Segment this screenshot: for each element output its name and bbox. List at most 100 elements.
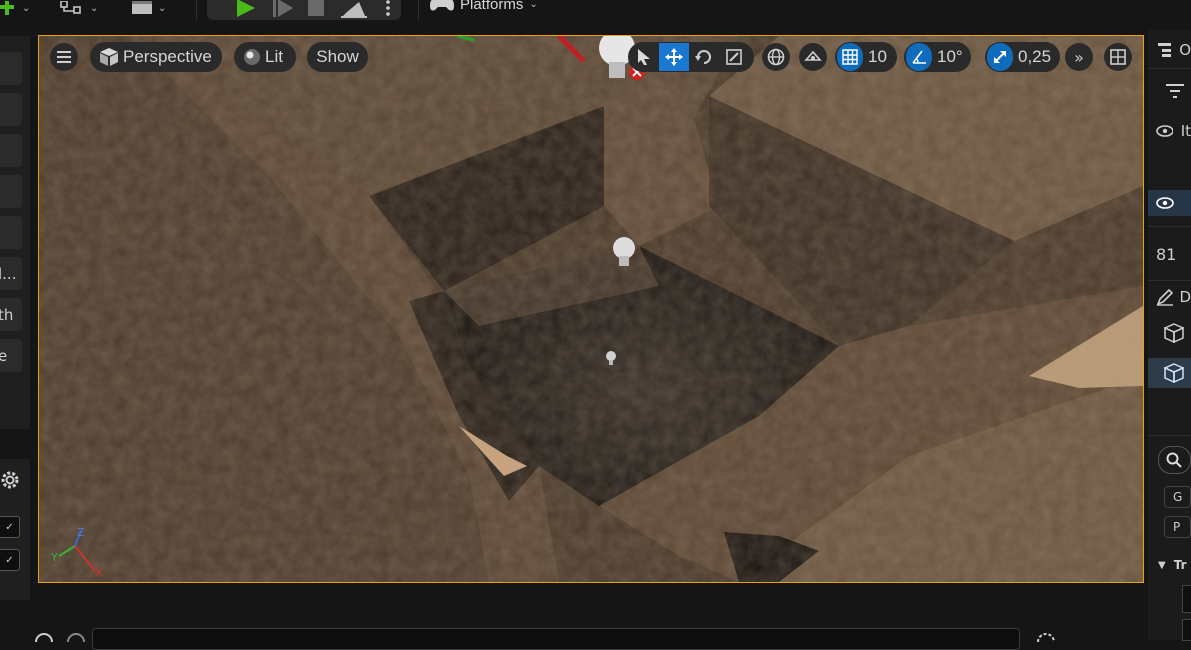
left-panel-item[interactable]: [0, 93, 22, 126]
perspective-button[interactable]: Perspective: [90, 42, 222, 72]
bottom-status-bar: [0, 600, 1148, 650]
add-content-button[interactable]: ⌄: [0, 0, 30, 16]
surface-snap-icon: [804, 50, 822, 61]
move-arrows-icon: [665, 48, 683, 66]
console-command-input[interactable]: [92, 628, 1020, 650]
left-panel-item[interactable]: [0, 52, 22, 85]
double-chevron-right-icon: »: [1074, 47, 1084, 67]
details-tab[interactable]: D: [1148, 286, 1191, 308]
details-search-input[interactable]: [1148, 446, 1191, 474]
left-panel-item[interactable]: l...: [0, 257, 22, 290]
angle-icon: [912, 50, 926, 64]
show-flags-button[interactable]: Show: [307, 42, 368, 72]
left-panel-item[interactable]: e: [0, 339, 22, 372]
source-control-icon[interactable]: [1036, 632, 1056, 642]
add-icon: [0, 1, 14, 15]
grid-snap-group: 10: [835, 42, 897, 72]
component-row[interactable]: [1148, 320, 1191, 346]
chevron-down-icon: ⌄: [22, 2, 31, 14]
clapperboard-icon: [132, 1, 152, 14]
right-side-panel: O It 81 D G P ▼ Tr: [1148, 30, 1191, 641]
physics-filter-button[interactable]: P: [1148, 516, 1191, 538]
viewport-scene[interactable]: Z Y X: [39, 36, 1143, 582]
gear-icon[interactable]: [0, 466, 24, 494]
general-filter-button[interactable]: G: [1148, 486, 1191, 508]
component-row-selected[interactable]: [1148, 358, 1191, 388]
chevron-down-icon: ⌄: [158, 2, 167, 14]
play-controls: [207, 0, 401, 20]
cinematics-menu-button[interactable]: ⌄: [130, 0, 166, 16]
select-tool-button[interactable]: [629, 43, 659, 71]
scale-tool-button[interactable]: [719, 43, 749, 71]
cursor-icon: [638, 49, 650, 65]
scale-snap-toggle[interactable]: [987, 43, 1013, 71]
grid-snap-value[interactable]: 10: [863, 47, 887, 67]
eye-icon[interactable]: [1156, 197, 1174, 209]
blueprint-menu-button[interactable]: ⌄: [60, 0, 98, 16]
left-panel-item[interactable]: th: [0, 298, 22, 331]
rotation-field[interactable]: [1148, 619, 1191, 641]
grid-snap-toggle[interactable]: [837, 43, 863, 71]
platforms-menu-button[interactable]: Platforms ⌄: [430, 0, 538, 15]
transform-section-header[interactable]: ▼ Tr: [1148, 554, 1191, 576]
stop-icon[interactable]: [308, 0, 324, 16]
lighting-mode-label: Lit: [265, 47, 283, 66]
globe-icon: [767, 48, 785, 66]
content-drawer-icon[interactable]: [34, 632, 54, 642]
more-toolbar-options-button[interactable]: »: [1065, 43, 1093, 71]
move-tool-button[interactable]: [659, 43, 689, 71]
outliner-tab[interactable]: O: [1148, 38, 1191, 62]
world-local-toggle[interactable]: [762, 43, 790, 71]
transform-tools-group: [628, 42, 754, 72]
platforms-label: Platforms: [460, 0, 524, 13]
viewport-layout-button[interactable]: [1104, 43, 1132, 71]
checkbox[interactable]: ✓: [0, 516, 20, 538]
lit-mode-button[interactable]: Lit: [234, 42, 296, 72]
axis-z-label: Z: [77, 526, 85, 539]
rotation-snap-toggle[interactable]: [906, 43, 932, 71]
rotate-tool-button[interactable]: [689, 43, 719, 71]
outliner-icon: [1158, 43, 1172, 57]
cube-icon: [100, 48, 118, 66]
view-mode-label: Perspective: [123, 47, 212, 66]
eject-icon[interactable]: [341, 0, 367, 18]
rotation-snap-group: 10°: [904, 42, 971, 72]
layout-grid-icon: [1110, 49, 1126, 65]
eye-icon[interactable]: [1156, 125, 1173, 137]
main-toolbar: ⌄ ⌄ ⌄ Platforms ⌄: [0, 0, 1191, 30]
gamepad-icon: [430, 0, 454, 11]
left-side-panel: l... th e ✓ ✓: [0, 36, 30, 640]
scale-icon: [726, 49, 742, 65]
actor-cube-icon: [1164, 323, 1184, 343]
lit-sphere-icon: [244, 49, 260, 65]
location-field[interactable]: [1148, 585, 1191, 613]
axis-x-label: X: [95, 566, 103, 579]
rotation-snap-value[interactable]: 10°: [932, 47, 963, 67]
surface-snapping-button[interactable]: [799, 43, 827, 71]
axis-y-label: Y: [50, 551, 58, 564]
left-panel-item[interactable]: [0, 216, 22, 249]
scale-snap-value[interactable]: 0,25: [1013, 47, 1051, 67]
scale-arrow-icon: [994, 51, 1006, 63]
play-icon[interactable]: [237, 0, 257, 17]
search-icon: [1166, 452, 1182, 468]
hamburger-menu-icon: [57, 51, 71, 63]
scale-snap-group: 0,25: [985, 42, 1060, 72]
chevron-down-icon: ▼: [1158, 559, 1166, 571]
show-label: Show: [316, 47, 359, 66]
filter-button[interactable]: [1148, 80, 1191, 102]
grid-icon: [842, 49, 858, 65]
frame-skip-icon[interactable]: [273, 0, 293, 17]
output-log-icon[interactable]: [66, 632, 86, 642]
pencil-icon: [1156, 288, 1174, 306]
checkbox[interactable]: ✓: [0, 549, 20, 571]
viewport-options-button[interactable]: [50, 43, 78, 71]
actor-count: 81: [1156, 244, 1177, 264]
left-panel-item[interactable]: [0, 134, 22, 167]
filter-icon: [1166, 84, 1184, 98]
outliner-row-selected[interactable]: [1148, 190, 1191, 216]
more-options-icon[interactable]: [385, 0, 391, 18]
actor-cube-icon: [1164, 363, 1184, 383]
level-viewport[interactable]: Z Y X Perspective Lit Show 10 10° 0,25 »: [38, 35, 1144, 583]
left-panel-item[interactable]: [0, 175, 22, 208]
